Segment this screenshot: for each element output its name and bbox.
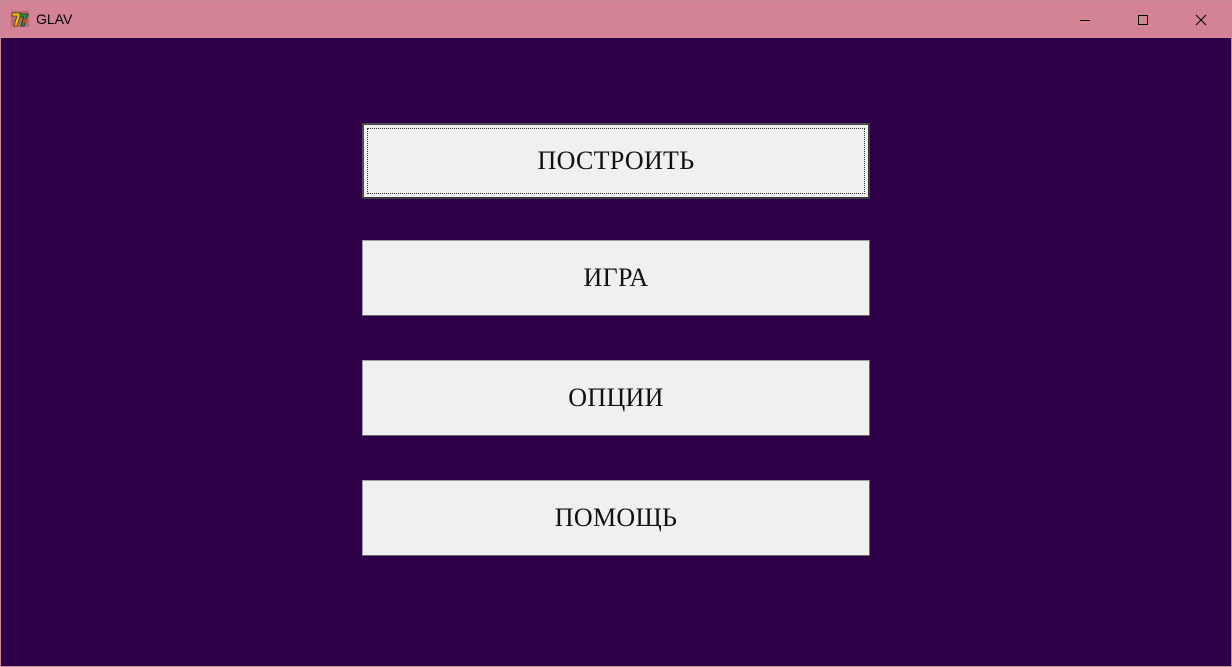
app-icon	[10, 9, 30, 29]
minimize-button[interactable]	[1056, 1, 1114, 38]
window-title: GLAV	[36, 11, 73, 27]
close-button[interactable]	[1172, 1, 1230, 38]
build-button[interactable]: ПОСТРОИТЬ	[362, 123, 870, 199]
maximize-button[interactable]	[1114, 1, 1172, 38]
maximize-icon	[1137, 14, 1149, 26]
close-icon	[1195, 14, 1207, 26]
main-menu-area: ПОСТРОИТЬ ИГРА ОПЦИИ ПОМОЩЬ	[1, 38, 1231, 666]
help-button[interactable]: ПОМОЩЬ	[362, 480, 870, 556]
app-window: GLAV ПОСТРОИТЬ ИГРА ОПЦИИ ПОМОЩЬ	[0, 0, 1232, 667]
minimize-icon	[1079, 14, 1091, 26]
options-button[interactable]: ОПЦИИ	[362, 360, 870, 436]
title-bar[interactable]: GLAV	[1, 1, 1231, 38]
game-button[interactable]: ИГРА	[362, 240, 870, 316]
